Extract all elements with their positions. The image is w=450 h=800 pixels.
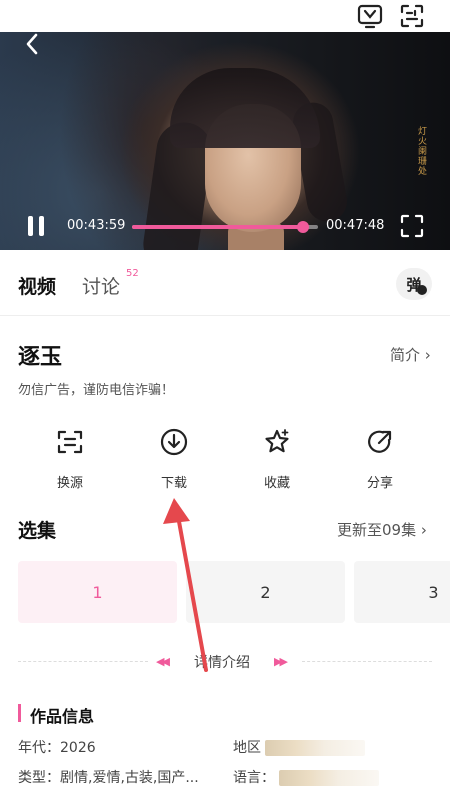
download-icon	[160, 428, 188, 456]
video-player[interactable]: 灯火阑珊处 00:43:59 00:47:48	[0, 0, 450, 250]
favorite-label: 收藏	[263, 476, 290, 491]
blurred-value	[265, 740, 366, 756]
info-region-label: 地区	[233, 740, 261, 756]
favorite-button[interactable]: 收藏	[242, 428, 312, 491]
discuss-count-badge: 52	[126, 268, 139, 279]
tv-cast-button[interactable]	[356, 2, 384, 30]
progress-handle[interactable]	[297, 221, 310, 233]
scan-icon	[400, 4, 424, 28]
detail-divider: ◀◀ 详情介绍 ▶▶	[18, 650, 432, 674]
fullscreen-button[interactable]	[400, 214, 424, 238]
player-controls: 00:43:59 00:47:48	[0, 206, 450, 246]
progress-fill	[132, 225, 304, 229]
pause-icon	[28, 216, 33, 236]
episode-item-3[interactable]: 3	[354, 561, 450, 623]
video-overlay-text: 灯火阑珊处	[416, 126, 426, 176]
pause-button[interactable]	[22, 214, 52, 240]
blurred-value	[279, 770, 380, 786]
action-row: 换源 下载 收藏 分享	[0, 428, 450, 492]
download-label: 下载	[160, 476, 187, 491]
back-button[interactable]	[18, 30, 46, 58]
share-label: 分享	[366, 476, 393, 491]
show-title: 逐玉	[18, 345, 63, 370]
chevron-left-icon	[26, 33, 38, 55]
download-button[interactable]: 下载	[139, 428, 209, 491]
annotation-arrow-icon	[163, 498, 208, 672]
double-right-arrow-icon: ▶▶	[274, 655, 288, 668]
episodes-update-link[interactable]: 更新至09集 ›	[337, 519, 427, 540]
duration-time: 00:47:48	[326, 218, 385, 233]
progress-bar[interactable]	[132, 221, 318, 233]
scan-button[interactable]	[398, 2, 426, 30]
star-icon	[265, 429, 289, 453]
switch-source-icon	[57, 430, 83, 454]
tab-discuss[interactable]: 讨论	[82, 272, 120, 299]
danmu-status-icon	[417, 285, 427, 295]
tab-bar: 视频 讨论	[0, 250, 450, 316]
info-title: 作品信息	[30, 707, 95, 726]
episode-list: 1 2 3	[18, 561, 450, 623]
tab-video[interactable]: 视频	[18, 272, 56, 299]
danmu-toggle-button[interactable]: 弹	[396, 268, 432, 300]
tv-icon	[357, 4, 383, 29]
info-language: 语言：	[233, 767, 380, 787]
intro-link[interactable]: 简介 ›	[390, 344, 431, 365]
info-language-label: 语言：	[233, 770, 275, 786]
episodes-title: 选集	[18, 520, 57, 542]
switch-source-label: 换源	[56, 476, 83, 491]
info-region: 地区	[233, 737, 366, 757]
fraud-notice: 勿信广告，谨防电信诈骗！	[18, 383, 175, 398]
share-icon	[368, 430, 392, 453]
switch-source-button[interactable]: 换源	[35, 428, 105, 491]
current-time: 00:43:59	[67, 218, 126, 233]
fullscreen-icon	[400, 214, 424, 238]
info-type: 类型：剧情,爱情,古装,国产...	[18, 770, 199, 786]
info-year: 年代：2026	[18, 740, 96, 756]
share-button[interactable]: 分享	[345, 428, 415, 491]
